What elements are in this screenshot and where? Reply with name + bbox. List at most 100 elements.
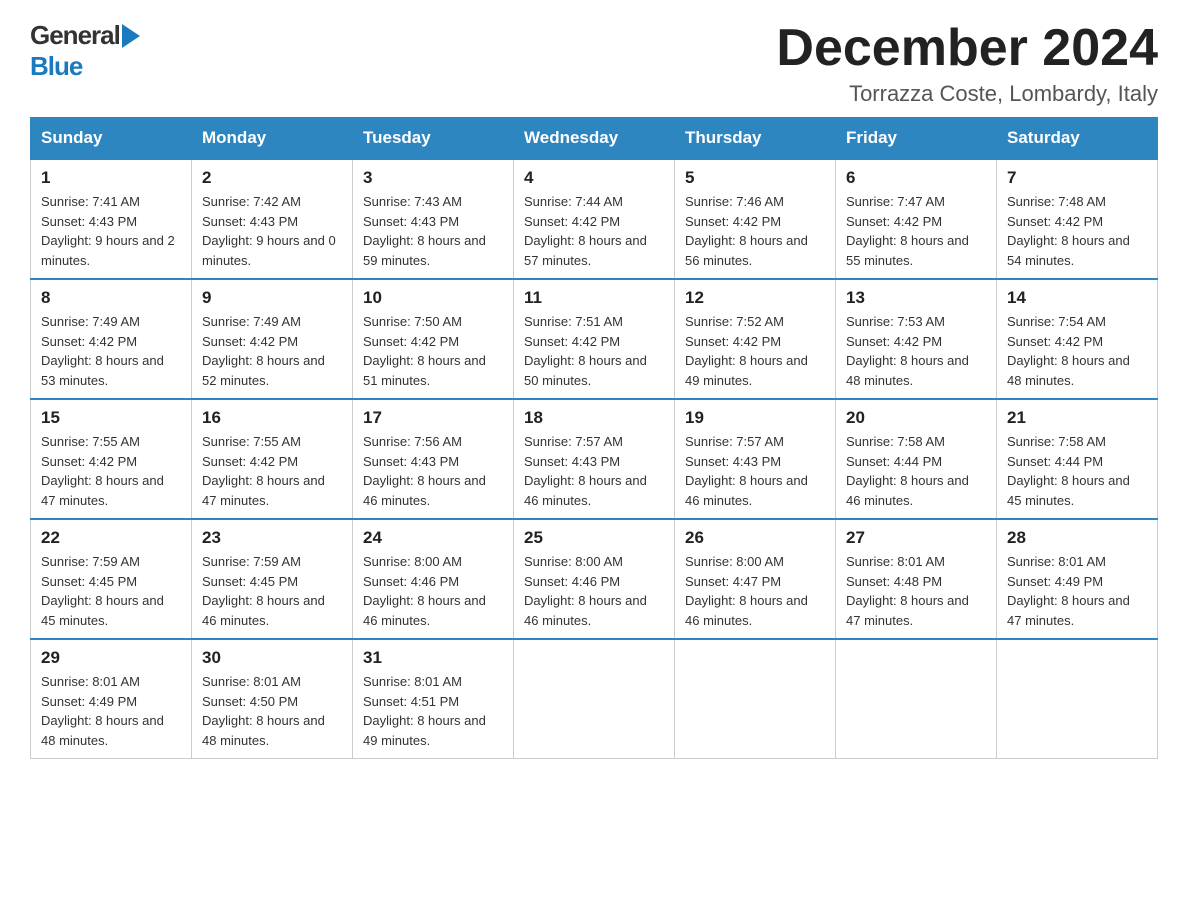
day-number: 20 xyxy=(846,408,986,428)
day-info: Sunrise: 7:44 AMSunset: 4:42 PMDaylight:… xyxy=(524,194,647,268)
day-number: 25 xyxy=(524,528,664,548)
col-header-monday: Monday xyxy=(192,118,353,160)
day-info: Sunrise: 7:58 AMSunset: 4:44 PMDaylight:… xyxy=(846,434,969,508)
calendar-table: Sunday Monday Tuesday Wednesday Thursday… xyxy=(30,117,1158,759)
calendar-cell: 16 Sunrise: 7:55 AMSunset: 4:42 PMDaylig… xyxy=(192,399,353,519)
day-info: Sunrise: 7:43 AMSunset: 4:43 PMDaylight:… xyxy=(363,194,486,268)
day-info: Sunrise: 8:00 AMSunset: 4:46 PMDaylight:… xyxy=(363,554,486,628)
calendar-cell: 24 Sunrise: 8:00 AMSunset: 4:46 PMDaylig… xyxy=(353,519,514,639)
day-info: Sunrise: 7:47 AMSunset: 4:42 PMDaylight:… xyxy=(846,194,969,268)
calendar-cell: 7 Sunrise: 7:48 AMSunset: 4:42 PMDayligh… xyxy=(997,159,1158,279)
calendar-week-1: 1 Sunrise: 7:41 AMSunset: 4:43 PMDayligh… xyxy=(31,159,1158,279)
logo: General Blue xyxy=(30,20,140,82)
day-number: 15 xyxy=(41,408,181,428)
day-info: Sunrise: 8:01 AMSunset: 4:48 PMDaylight:… xyxy=(846,554,969,628)
calendar-cell: 19 Sunrise: 7:57 AMSunset: 4:43 PMDaylig… xyxy=(675,399,836,519)
day-info: Sunrise: 7:52 AMSunset: 4:42 PMDaylight:… xyxy=(685,314,808,388)
calendar-cell: 30 Sunrise: 8:01 AMSunset: 4:50 PMDaylig… xyxy=(192,639,353,759)
day-number: 30 xyxy=(202,648,342,668)
day-number: 5 xyxy=(685,168,825,188)
calendar-cell: 9 Sunrise: 7:49 AMSunset: 4:42 PMDayligh… xyxy=(192,279,353,399)
day-info: Sunrise: 7:57 AMSunset: 4:43 PMDaylight:… xyxy=(524,434,647,508)
day-number: 12 xyxy=(685,288,825,308)
day-info: Sunrise: 7:50 AMSunset: 4:42 PMDaylight:… xyxy=(363,314,486,388)
day-info: Sunrise: 7:59 AMSunset: 4:45 PMDaylight:… xyxy=(41,554,164,628)
calendar-cell: 4 Sunrise: 7:44 AMSunset: 4:42 PMDayligh… xyxy=(514,159,675,279)
day-info: Sunrise: 7:41 AMSunset: 4:43 PMDaylight:… xyxy=(41,194,175,268)
col-header-tuesday: Tuesday xyxy=(353,118,514,160)
calendar-cell: 8 Sunrise: 7:49 AMSunset: 4:42 PMDayligh… xyxy=(31,279,192,399)
calendar-cell: 6 Sunrise: 7:47 AMSunset: 4:42 PMDayligh… xyxy=(836,159,997,279)
calendar-cell: 12 Sunrise: 7:52 AMSunset: 4:42 PMDaylig… xyxy=(675,279,836,399)
day-number: 28 xyxy=(1007,528,1147,548)
day-number: 23 xyxy=(202,528,342,548)
day-info: Sunrise: 7:46 AMSunset: 4:42 PMDaylight:… xyxy=(685,194,808,268)
day-number: 26 xyxy=(685,528,825,548)
calendar-cell: 2 Sunrise: 7:42 AMSunset: 4:43 PMDayligh… xyxy=(192,159,353,279)
calendar-cell: 25 Sunrise: 8:00 AMSunset: 4:46 PMDaylig… xyxy=(514,519,675,639)
day-info: Sunrise: 8:01 AMSunset: 4:51 PMDaylight:… xyxy=(363,674,486,748)
day-number: 6 xyxy=(846,168,986,188)
calendar-week-2: 8 Sunrise: 7:49 AMSunset: 4:42 PMDayligh… xyxy=(31,279,1158,399)
day-info: Sunrise: 7:55 AMSunset: 4:42 PMDaylight:… xyxy=(202,434,325,508)
logo-bottom: Blue xyxy=(30,51,82,82)
day-number: 13 xyxy=(846,288,986,308)
day-info: Sunrise: 7:54 AMSunset: 4:42 PMDaylight:… xyxy=(1007,314,1130,388)
day-number: 22 xyxy=(41,528,181,548)
location: Torrazza Coste, Lombardy, Italy xyxy=(776,81,1158,107)
day-number: 19 xyxy=(685,408,825,428)
calendar-cell: 18 Sunrise: 7:57 AMSunset: 4:43 PMDaylig… xyxy=(514,399,675,519)
title-block: December 2024 Torrazza Coste, Lombardy, … xyxy=(776,20,1158,107)
day-number: 9 xyxy=(202,288,342,308)
col-header-sunday: Sunday xyxy=(31,118,192,160)
day-number: 29 xyxy=(41,648,181,668)
calendar-cell: 22 Sunrise: 7:59 AMSunset: 4:45 PMDaylig… xyxy=(31,519,192,639)
day-info: Sunrise: 7:49 AMSunset: 4:42 PMDaylight:… xyxy=(41,314,164,388)
day-number: 4 xyxy=(524,168,664,188)
day-info: Sunrise: 7:56 AMSunset: 4:43 PMDaylight:… xyxy=(363,434,486,508)
calendar-cell: 1 Sunrise: 7:41 AMSunset: 4:43 PMDayligh… xyxy=(31,159,192,279)
calendar-cell: 26 Sunrise: 8:00 AMSunset: 4:47 PMDaylig… xyxy=(675,519,836,639)
day-number: 14 xyxy=(1007,288,1147,308)
calendar-cell: 29 Sunrise: 8:01 AMSunset: 4:49 PMDaylig… xyxy=(31,639,192,759)
day-info: Sunrise: 8:01 AMSunset: 4:49 PMDaylight:… xyxy=(41,674,164,748)
calendar-cell: 28 Sunrise: 8:01 AMSunset: 4:49 PMDaylig… xyxy=(997,519,1158,639)
day-info: Sunrise: 7:57 AMSunset: 4:43 PMDaylight:… xyxy=(685,434,808,508)
day-info: Sunrise: 8:00 AMSunset: 4:46 PMDaylight:… xyxy=(524,554,647,628)
day-number: 18 xyxy=(524,408,664,428)
day-number: 17 xyxy=(363,408,503,428)
day-number: 1 xyxy=(41,168,181,188)
day-info: Sunrise: 7:53 AMSunset: 4:42 PMDaylight:… xyxy=(846,314,969,388)
day-info: Sunrise: 7:48 AMSunset: 4:42 PMDaylight:… xyxy=(1007,194,1130,268)
calendar-cell: 31 Sunrise: 8:01 AMSunset: 4:51 PMDaylig… xyxy=(353,639,514,759)
calendar-week-4: 22 Sunrise: 7:59 AMSunset: 4:45 PMDaylig… xyxy=(31,519,1158,639)
calendar-cell: 3 Sunrise: 7:43 AMSunset: 4:43 PMDayligh… xyxy=(353,159,514,279)
logo-top: General xyxy=(30,20,120,51)
day-info: Sunrise: 8:00 AMSunset: 4:47 PMDaylight:… xyxy=(685,554,808,628)
day-info: Sunrise: 7:42 AMSunset: 4:43 PMDaylight:… xyxy=(202,194,336,268)
calendar-cell xyxy=(836,639,997,759)
calendar-cell: 5 Sunrise: 7:46 AMSunset: 4:42 PMDayligh… xyxy=(675,159,836,279)
calendar-cell xyxy=(997,639,1158,759)
col-header-thursday: Thursday xyxy=(675,118,836,160)
day-number: 2 xyxy=(202,168,342,188)
calendar-cell: 21 Sunrise: 7:58 AMSunset: 4:44 PMDaylig… xyxy=(997,399,1158,519)
day-number: 16 xyxy=(202,408,342,428)
month-title: December 2024 xyxy=(776,20,1158,77)
calendar-cell: 14 Sunrise: 7:54 AMSunset: 4:42 PMDaylig… xyxy=(997,279,1158,399)
calendar-cell: 27 Sunrise: 8:01 AMSunset: 4:48 PMDaylig… xyxy=(836,519,997,639)
calendar-cell: 11 Sunrise: 7:51 AMSunset: 4:42 PMDaylig… xyxy=(514,279,675,399)
day-info: Sunrise: 7:51 AMSunset: 4:42 PMDaylight:… xyxy=(524,314,647,388)
day-number: 7 xyxy=(1007,168,1147,188)
day-number: 10 xyxy=(363,288,503,308)
calendar-week-3: 15 Sunrise: 7:55 AMSunset: 4:42 PMDaylig… xyxy=(31,399,1158,519)
day-number: 11 xyxy=(524,288,664,308)
calendar-cell: 23 Sunrise: 7:59 AMSunset: 4:45 PMDaylig… xyxy=(192,519,353,639)
day-info: Sunrise: 7:59 AMSunset: 4:45 PMDaylight:… xyxy=(202,554,325,628)
col-header-saturday: Saturday xyxy=(997,118,1158,160)
calendar-header-row: Sunday Monday Tuesday Wednesday Thursday… xyxy=(31,118,1158,160)
calendar-cell: 17 Sunrise: 7:56 AMSunset: 4:43 PMDaylig… xyxy=(353,399,514,519)
day-number: 21 xyxy=(1007,408,1147,428)
col-header-friday: Friday xyxy=(836,118,997,160)
calendar-cell: 13 Sunrise: 7:53 AMSunset: 4:42 PMDaylig… xyxy=(836,279,997,399)
